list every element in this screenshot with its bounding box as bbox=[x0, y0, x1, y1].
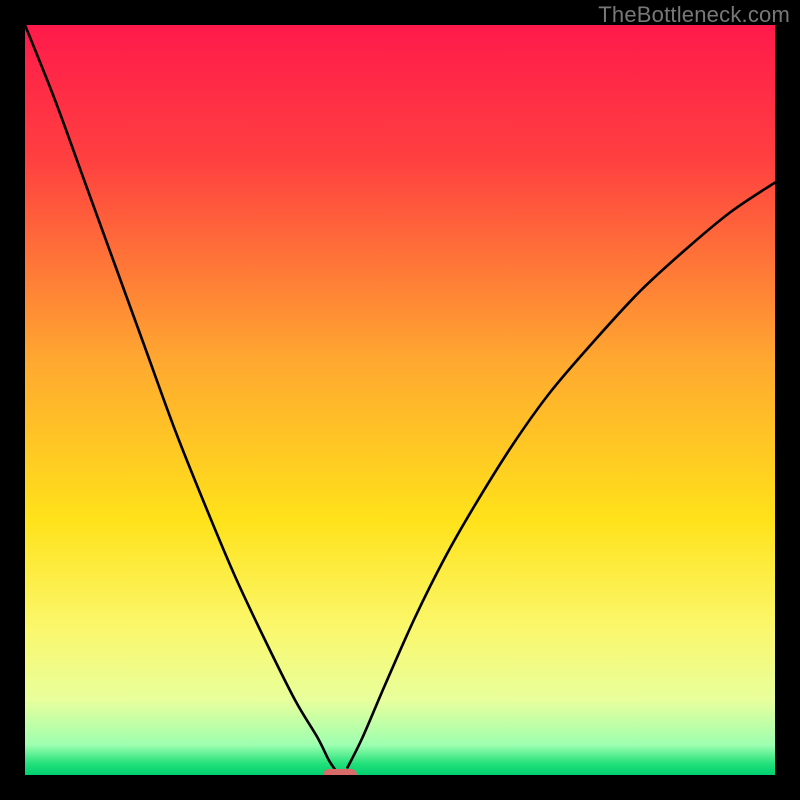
watermark-text: TheBottleneck.com bbox=[598, 2, 790, 28]
chart-frame: TheBottleneck.com bbox=[0, 0, 800, 800]
curve-left-branch bbox=[25, 25, 336, 771]
plot-area bbox=[25, 25, 775, 775]
bottleneck-curve bbox=[25, 25, 775, 775]
curve-right-branch bbox=[348, 183, 776, 768]
optimum-marker bbox=[323, 769, 357, 775]
